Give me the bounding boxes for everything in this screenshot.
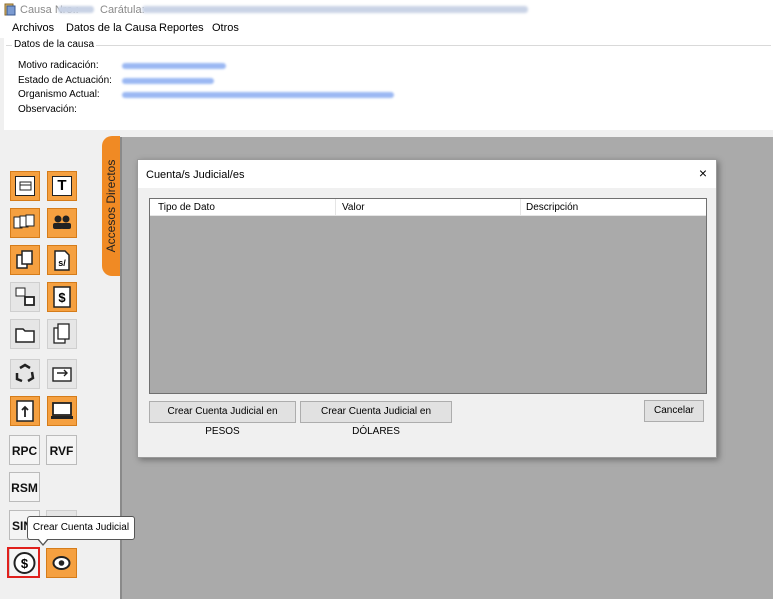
cancel-button[interactable]: Cancelar [644, 400, 704, 422]
datos-causa-legend: Datos de la causa [12, 39, 97, 50]
list-header: Tipo de Dato Valor Descripción [150, 199, 706, 216]
crear-pesos-button[interactable]: Crear Cuenta Judicial en PESOS [149, 401, 296, 437]
col-valor[interactable]: Valor [342, 202, 365, 213]
rvf-button[interactable]: RVF [46, 435, 77, 465]
observacion-label: Observación: [18, 104, 77, 115]
organismo-label: Organismo Actual: [18, 89, 100, 100]
cuentas-judiciales-dialog: Cuenta/s Judicial/es × Tipo de Dato Valo… [137, 159, 717, 458]
folder-icon [15, 328, 35, 343]
caratula-label: Carátula: [100, 4, 145, 16]
documents-icon [53, 323, 70, 344]
estado-value-redacted [122, 78, 214, 84]
tooltip-tail-fill [38, 538, 48, 544]
s-document-button[interactable]: s/ [47, 245, 77, 275]
monitor-button[interactable] [47, 396, 77, 426]
motivo-value-redacted [122, 63, 226, 69]
menu-bar: Archivos Datos de la Causa Reportes Otro… [0, 20, 773, 38]
tooltip: Crear Cuenta Judicial [27, 516, 135, 540]
accesos-directos-label: Accesos Directos [104, 159, 118, 253]
menu-reportes[interactable]: Reportes [159, 22, 204, 34]
upload-icon [16, 400, 34, 422]
windows-icon [15, 287, 35, 306]
column-separator[interactable] [520, 199, 521, 215]
causa-number-redacted [58, 6, 94, 13]
monitor-icon [51, 402, 73, 419]
copy-icon [16, 250, 33, 269]
s-document-icon: s/ [54, 250, 70, 271]
menu-otros[interactable]: Otros [212, 22, 239, 34]
eye-button[interactable] [46, 548, 77, 578]
dialog-titlebar: Cuenta/s Judicial/es × [138, 160, 716, 188]
t-button[interactable]: T [47, 171, 77, 201]
dollar-document-icon: $ [53, 286, 71, 308]
column-separator[interactable] [335, 199, 336, 215]
menu-archivos[interactable]: Archivos [12, 22, 54, 34]
caratula-redacted [142, 6, 528, 13]
people-icon [53, 215, 71, 229]
estado-label: Estado de Actuación: [18, 75, 112, 86]
cuentas-list[interactable]: Tipo de Dato Valor Descripción [149, 198, 707, 394]
calendar-button[interactable] [10, 171, 40, 201]
calendar-icon [15, 176, 35, 196]
windows-button[interactable] [10, 282, 40, 312]
people-button[interactable] [47, 208, 77, 238]
recycle-icon [15, 363, 35, 383]
copy-button[interactable] [10, 245, 40, 275]
col-tipo-dato[interactable]: Tipo de Dato [158, 202, 215, 213]
pages-button[interactable] [10, 208, 40, 238]
t-icon: T [52, 176, 72, 196]
transfer-button[interactable] [47, 359, 77, 389]
close-icon[interactable]: × [696, 166, 710, 180]
upload-button[interactable] [10, 396, 40, 426]
organismo-value-redacted [122, 92, 394, 98]
crear-dolares-button[interactable]: Crear Cuenta Judicial en DÓLARES [300, 401, 452, 437]
svg-text:s/: s/ [58, 258, 66, 268]
eye-icon [52, 556, 71, 570]
selection-highlight [7, 547, 40, 578]
datos-causa-group: Datos de la causa [6, 39, 771, 128]
rpc-label: RPC [11, 444, 38, 458]
app-icon [4, 3, 16, 16]
rsm-label: RSM [11, 481, 38, 495]
pages-icon [13, 214, 35, 229]
svg-text:$: $ [58, 290, 66, 305]
col-descripcion[interactable]: Descripción [526, 202, 578, 213]
documents-button[interactable] [47, 319, 77, 349]
rsm-button[interactable]: RSM [9, 472, 40, 502]
recycle-button[interactable] [10, 359, 40, 389]
menu-datos-causa[interactable]: Datos de la Causa [66, 22, 157, 34]
dollar-document-button[interactable]: $ [47, 282, 77, 312]
transfer-icon [52, 367, 72, 382]
folder-button[interactable] [10, 319, 40, 349]
window-titlebar: Causa Nro.: Carátula: [0, 0, 773, 20]
rpc-button[interactable]: RPC [9, 435, 40, 465]
rvf-label: RVF [49, 444, 74, 458]
motivo-label: Motivo radicación: [18, 60, 99, 71]
datos-causa-panel: Datos de la causa Motivo radicación: Est… [4, 38, 773, 130]
dialog-title: Cuenta/s Judicial/es [146, 169, 245, 181]
accesos-directos-tab-text: Accesos Directos [103, 136, 119, 276]
